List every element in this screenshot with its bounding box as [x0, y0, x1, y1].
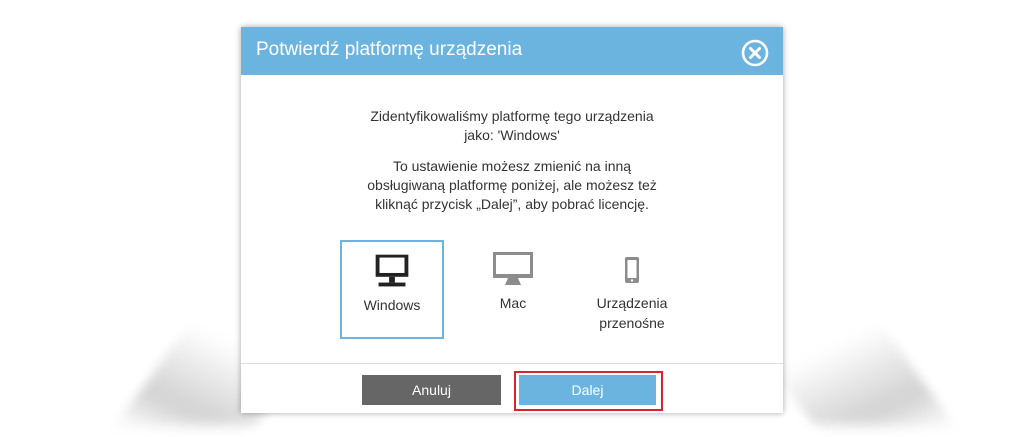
- platform-label-mac: Mac: [499, 295, 527, 311]
- footer-divider: [241, 363, 783, 364]
- change-info-line-1: To ustawienie możesz zmienić na inną: [392, 158, 632, 174]
- detection-message-line-1: Zidentyfikowaliśmy platformę tego urządz…: [370, 108, 654, 124]
- platform-label-mobile-line-1: Urządzenia: [596, 295, 668, 311]
- detection-message: Zidentyfikowaliśmy platformę tego urządz…: [312, 107, 712, 145]
- platform-option-mac[interactable]: Mac: [461, 240, 565, 339]
- change-info-message: To ustawienie możesz zmienić na inną obs…: [312, 157, 712, 214]
- dialog-title: Potwierdź platformę urządzenia: [256, 39, 523, 60]
- close-icon[interactable]: [741, 39, 769, 67]
- platform-label-mobile-line-2: przenośne: [599, 315, 665, 331]
- dialog-titlebar: Potwierdź platformę urządzenia: [241, 27, 783, 75]
- platform-label-windows: Windows: [363, 297, 421, 313]
- monitor-icon: [493, 252, 533, 285]
- platform-label-mobile: Urządzenia przenośne: [580, 293, 684, 333]
- stage: Potwierdź platformę urządzenia Zidentyfi…: [0, 0, 1024, 437]
- monitor-icon: [375, 254, 409, 287]
- cancel-button[interactable]: Anuluj: [362, 375, 501, 405]
- next-button[interactable]: Dalej: [519, 375, 656, 405]
- platform-option-windows[interactable]: Windows: [340, 240, 444, 339]
- platform-dialog: Potwierdź platformę urządzenia Zidentyfi…: [241, 27, 783, 413]
- platform-option-mobile[interactable]: Urządzenia przenośne: [580, 240, 684, 339]
- phone-icon: [625, 257, 639, 283]
- detection-message-line-2: jako: 'Windows': [464, 127, 560, 143]
- change-info-line-3: kliknąć przycisk „Dalej”, aby pobrać lic…: [375, 196, 649, 212]
- change-info-line-2: obsługiwaną platformę poniżej, ale możes…: [367, 177, 657, 193]
